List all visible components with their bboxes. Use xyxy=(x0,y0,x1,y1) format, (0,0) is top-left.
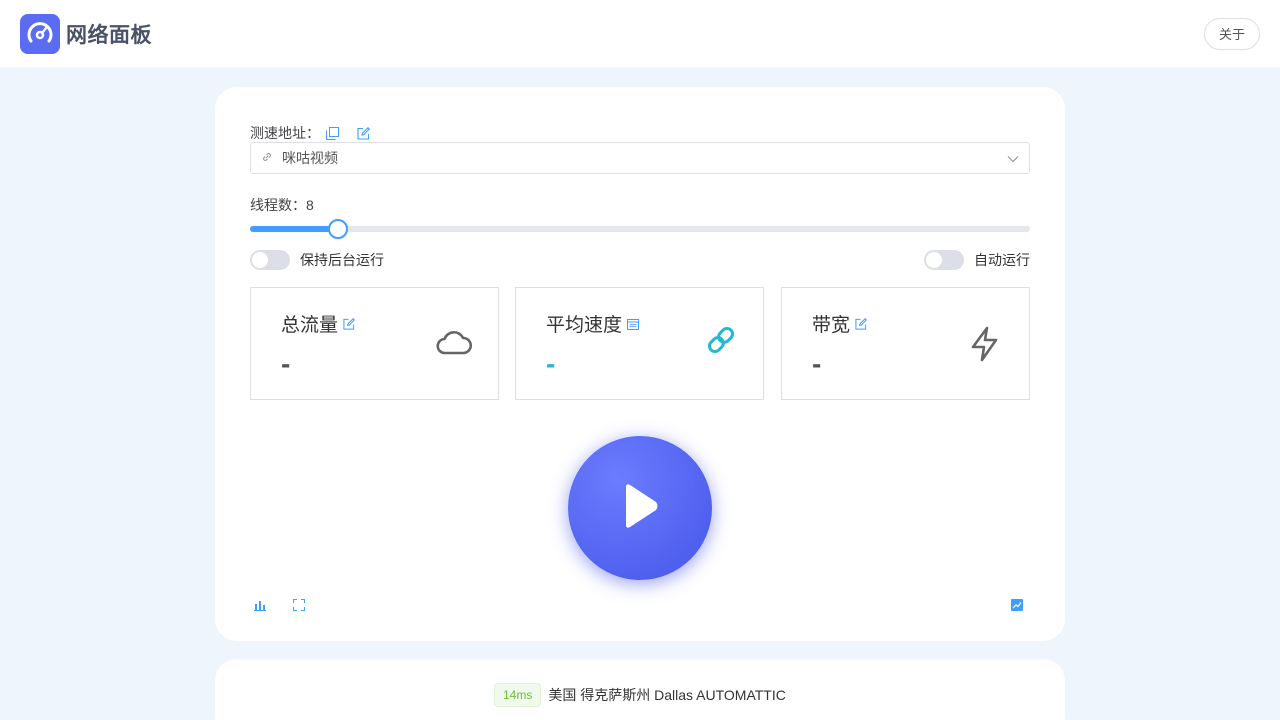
bandwidth-panel: 带宽 - xyxy=(781,287,1030,400)
auto-run-toggle[interactable] xyxy=(924,250,964,270)
threads-label: 线程数：8 xyxy=(250,197,314,213)
bandwidth-title-row: 带宽 xyxy=(812,310,868,337)
total-traffic-value: - xyxy=(281,348,291,379)
average-speed-panel: 平均速度 - xyxy=(515,287,764,400)
server-row: 14ms 美国 得克萨斯州 Dallas AUTOMATTIC xyxy=(494,683,786,707)
play-icon xyxy=(620,482,660,535)
edit-icon[interactable] xyxy=(343,317,356,330)
cloud-icon xyxy=(436,326,473,363)
threads-slider[interactable] xyxy=(250,219,1030,239)
threads-slider-fill xyxy=(250,226,339,232)
total-traffic-title: 总流量 xyxy=(281,315,339,336)
auto-run-row: 自动运行 xyxy=(924,250,1030,270)
link-icon xyxy=(261,150,273,166)
bar-chart-icon[interactable] xyxy=(254,599,266,611)
total-traffic-title-row: 总流量 xyxy=(281,310,356,337)
start-test-button[interactable] xyxy=(568,436,712,580)
auto-run-label: 自动运行 xyxy=(974,252,1030,268)
average-speed-value: - xyxy=(546,348,556,379)
selected-url-value: 咪咕视频 xyxy=(282,150,338,166)
keep-background-row: 保持后台运行 xyxy=(250,250,384,270)
keep-background-label: 保持后台运行 xyxy=(300,252,384,268)
edit-icon[interactable] xyxy=(357,126,370,140)
bandwidth-value: - xyxy=(812,348,822,379)
brand-name: 网络面板 xyxy=(66,23,152,47)
line-chart-icon[interactable] xyxy=(1011,599,1023,611)
bandwidth-title: 带宽 xyxy=(812,315,851,336)
speedometer-logo-icon xyxy=(20,13,60,54)
keep-background-toggle[interactable] xyxy=(250,250,290,270)
server-card: 14ms 美国 得克萨斯州 Dallas AUTOMATTIC xyxy=(215,659,1065,720)
edit-icon[interactable] xyxy=(855,317,868,330)
link-icon xyxy=(705,324,737,361)
ping-badge: 14ms xyxy=(494,683,542,707)
calendar-icon[interactable] xyxy=(627,318,640,330)
threads-slider-thumb[interactable] xyxy=(328,219,349,239)
top-bar: 网络面板 关于 xyxy=(0,0,1280,67)
about-button[interactable]: 关于 xyxy=(1203,17,1260,50)
average-speed-title-row: 平均速度 xyxy=(546,310,640,337)
copy-icon[interactable] xyxy=(326,126,339,140)
url-label: 测速地址： xyxy=(250,125,320,141)
chevron-down-icon xyxy=(1007,150,1019,166)
fullscreen-icon[interactable] xyxy=(293,599,305,611)
speed-test-url-select[interactable]: 咪咕视频 xyxy=(250,142,1030,174)
url-label-row: 测速地址： xyxy=(250,123,370,143)
speed-test-card: 测速地址： 咪咕视频 线程数：8 保持后台运行 自动运行 总流量 - 平均速度 … xyxy=(215,87,1065,641)
average-speed-title: 平均速度 xyxy=(546,315,623,336)
brand: 网络面板 xyxy=(20,13,152,54)
lightning-icon xyxy=(969,326,1001,367)
server-name: 美国 得克萨斯州 Dallas AUTOMATTIC xyxy=(548,687,786,703)
total-traffic-panel: 总流量 - xyxy=(250,287,499,400)
